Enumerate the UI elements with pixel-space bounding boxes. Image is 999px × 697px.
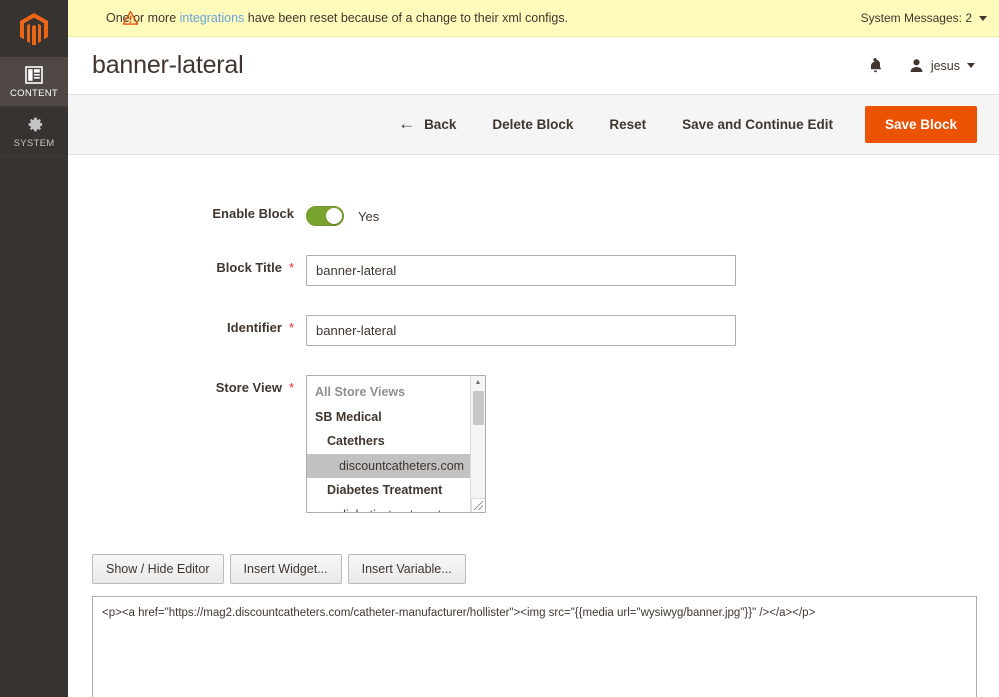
store-view-multiselect[interactable]: All Store ViewsSB MedicalCatethersdiscou… bbox=[306, 375, 486, 513]
reset-button[interactable]: Reset bbox=[591, 109, 664, 140]
store-view-label-wrap: Store View * bbox=[68, 373, 306, 395]
content-icon bbox=[25, 65, 43, 85]
block-content-textarea[interactable] bbox=[92, 596, 977, 697]
arrow-left-icon: ← bbox=[398, 115, 415, 132]
page-title: banner-lateral bbox=[92, 51, 243, 80]
notifications-bell-icon[interactable] bbox=[868, 57, 883, 74]
editor-button-group: Show / Hide Editor Insert Widget... Inse… bbox=[68, 540, 999, 584]
sidebar-item-system[interactable]: SYSTEM bbox=[0, 107, 68, 157]
warning-triangle-icon bbox=[123, 11, 138, 25]
main-content: One or more integrations have been reset… bbox=[68, 0, 999, 697]
save-block-button[interactable]: Save Block bbox=[865, 106, 977, 143]
enable-block-toggle-value: Yes bbox=[358, 209, 379, 224]
identifier-label-wrap: Identifier * bbox=[68, 313, 306, 335]
required-asterisk: * bbox=[289, 320, 294, 335]
block-title-control bbox=[306, 253, 736, 286]
save-and-continue-button[interactable]: Save and Continue Edit bbox=[664, 109, 851, 140]
enable-block-label-wrap: Enable Block bbox=[68, 199, 306, 221]
resize-grip-icon[interactable] bbox=[471, 498, 485, 512]
magento-logo-button[interactable] bbox=[0, 0, 68, 57]
identifier-control bbox=[306, 313, 736, 346]
user-name-label: jesus bbox=[931, 59, 960, 73]
sidebar-item-label: CONTENT bbox=[10, 88, 58, 99]
chevron-down-icon bbox=[979, 16, 987, 21]
message-text-after: have been reset because of a change to t… bbox=[244, 11, 568, 25]
scrollbar-thumb[interactable] bbox=[473, 391, 484, 425]
sidebar-item-label: SYSTEM bbox=[14, 138, 55, 149]
enable-block-control: Yes bbox=[306, 199, 379, 226]
identifier-input[interactable] bbox=[306, 315, 736, 346]
field-block-title: Block Title * bbox=[68, 253, 999, 286]
block-title-label: Block Title bbox=[216, 260, 282, 275]
block-title-input[interactable] bbox=[306, 255, 736, 286]
header-actions: jesus bbox=[868, 57, 975, 74]
store-view-option[interactable]: diabeticstreatment.com bbox=[307, 503, 470, 513]
content-editor-wrap bbox=[68, 584, 999, 697]
field-store-view: Store View * All Store ViewsSB MedicalCa… bbox=[68, 373, 999, 513]
field-identifier: Identifier * bbox=[68, 313, 999, 346]
identifier-label: Identifier bbox=[227, 320, 282, 335]
store-view-option[interactable]: SB Medical bbox=[307, 405, 470, 430]
back-button-label: Back bbox=[424, 117, 456, 132]
system-messages-toggle[interactable]: System Messages: 2 bbox=[861, 11, 987, 25]
delete-block-button[interactable]: Delete Block bbox=[474, 109, 591, 140]
field-enable-block: Enable Block Yes bbox=[68, 199, 999, 226]
toggle-knob bbox=[326, 208, 342, 224]
system-message-banner: One or more integrations have been reset… bbox=[68, 0, 999, 37]
enable-block-label: Enable Block bbox=[212, 206, 294, 221]
required-asterisk: * bbox=[289, 260, 294, 275]
message-text-before: One or more bbox=[106, 11, 180, 25]
store-view-option[interactable]: discountcatheters.com bbox=[307, 454, 470, 479]
back-button[interactable]: ← Back bbox=[388, 108, 474, 141]
page-actions-toolbar: ← Back Delete Block Reset Save and Conti… bbox=[68, 94, 999, 155]
store-view-option-list: All Store ViewsSB MedicalCatethersdiscou… bbox=[307, 376, 470, 512]
store-view-option[interactable]: All Store Views bbox=[307, 380, 470, 405]
enable-block-toggle[interactable] bbox=[306, 206, 344, 226]
block-form: Enable Block Yes Block Title * bbox=[68, 155, 999, 697]
system-message-text: One or more integrations have been reset… bbox=[106, 12, 568, 25]
store-view-option[interactable]: Diabetes Treatment bbox=[307, 478, 470, 503]
admin-sidebar: CONTENT SYSTEM bbox=[0, 0, 68, 697]
sidebar-item-content[interactable]: CONTENT bbox=[0, 57, 68, 107]
store-view-option[interactable]: Catethers bbox=[307, 429, 470, 454]
user-avatar-icon bbox=[909, 58, 924, 73]
integrations-link[interactable]: integrations bbox=[180, 11, 245, 25]
show-hide-editor-button[interactable]: Show / Hide Editor bbox=[92, 554, 224, 584]
store-view-scrollbar[interactable]: ▲ bbox=[470, 376, 485, 512]
store-view-control: All Store ViewsSB MedicalCatethersdiscou… bbox=[306, 373, 486, 513]
page-header: banner-lateral jesus bbox=[68, 37, 999, 94]
block-title-label-wrap: Block Title * bbox=[68, 253, 306, 275]
insert-widget-button[interactable]: Insert Widget... bbox=[230, 554, 342, 584]
chevron-down-icon bbox=[967, 63, 975, 68]
user-menu[interactable]: jesus bbox=[909, 58, 975, 73]
scroll-up-arrow-icon[interactable]: ▲ bbox=[475, 376, 482, 389]
store-view-label: Store View bbox=[216, 380, 282, 395]
required-asterisk: * bbox=[289, 380, 294, 395]
insert-variable-button[interactable]: Insert Variable... bbox=[348, 554, 466, 584]
gear-icon bbox=[25, 115, 44, 135]
magento-logo bbox=[20, 13, 48, 45]
system-messages-label: System Messages: 2 bbox=[861, 11, 972, 25]
admin-page: CONTENT SYSTEM One or more integrations … bbox=[0, 0, 999, 697]
